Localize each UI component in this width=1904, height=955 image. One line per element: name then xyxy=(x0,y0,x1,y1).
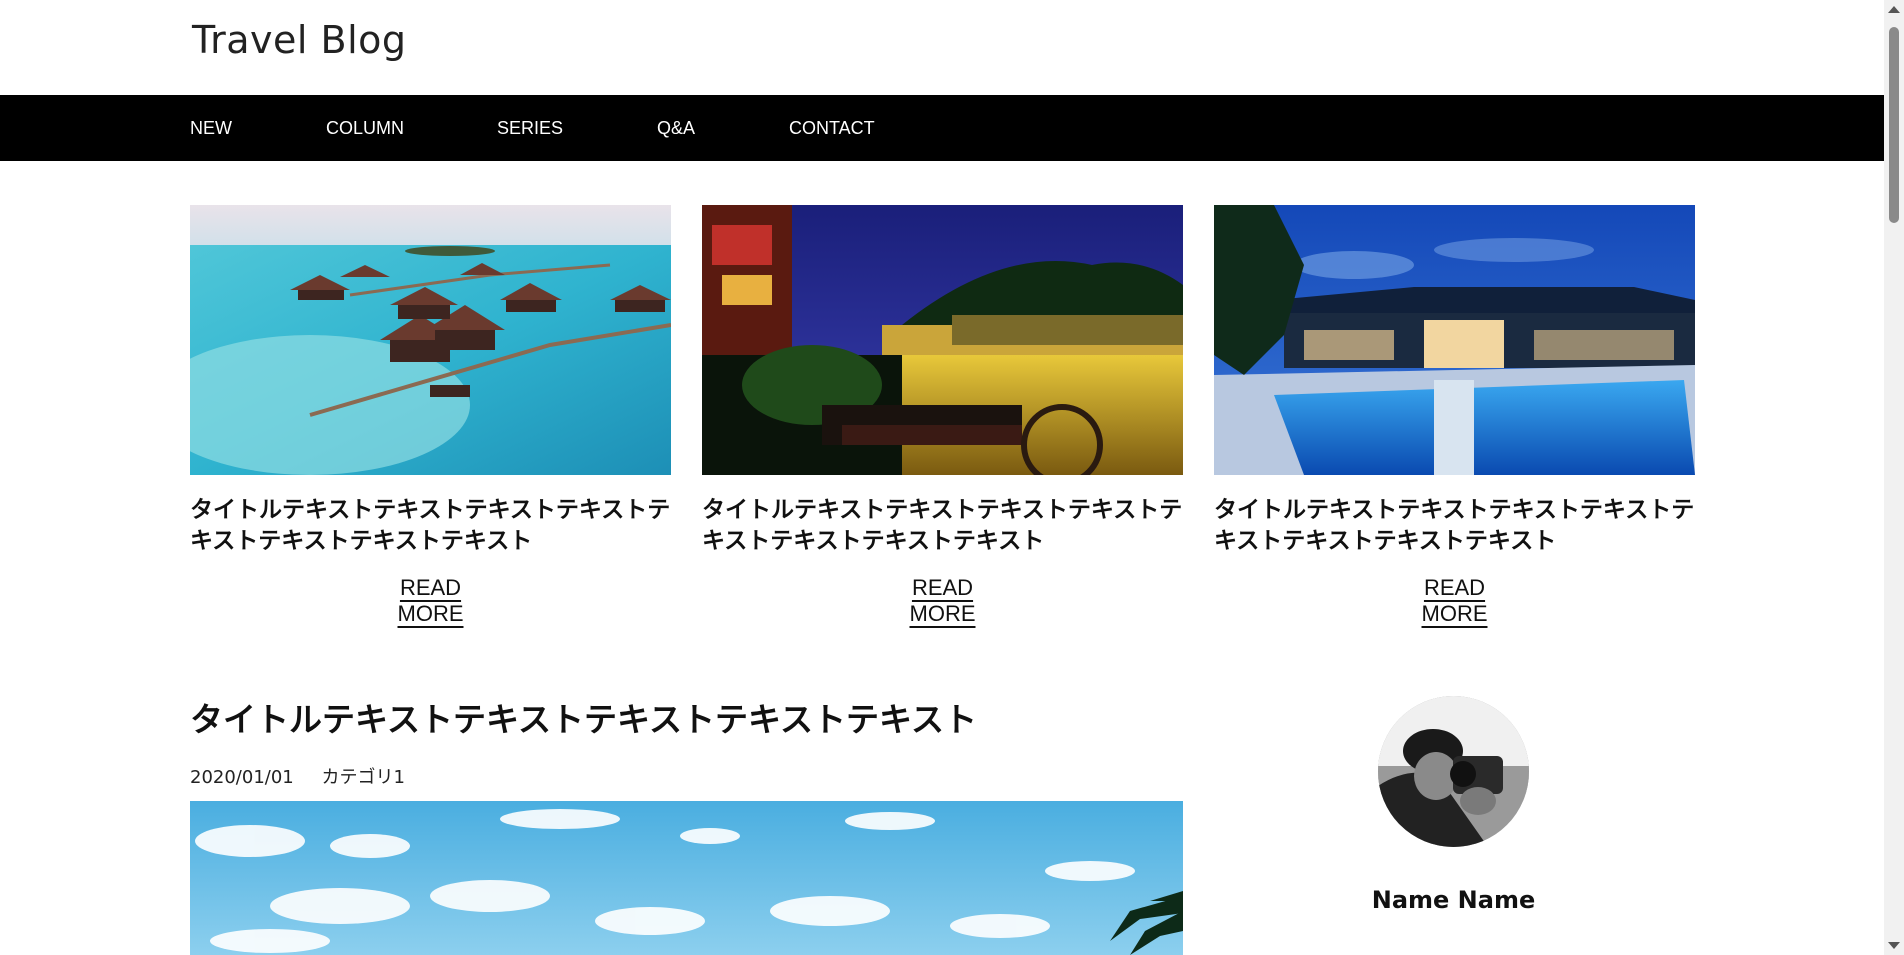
nav-item-new[interactable]: NEW xyxy=(190,95,232,161)
post-image-blue-sky[interactable] xyxy=(190,801,1183,955)
featured-card: タイトルテキストテキストテキストテキストテキストテキストテキストテキスト REA… xyxy=(190,205,671,627)
read-more-link[interactable]: READ MORE xyxy=(878,575,1008,627)
card-image-overwater-bungalows[interactable] xyxy=(190,205,671,475)
read-more-link[interactable]: READ MORE xyxy=(1390,575,1520,627)
post-meta: 2020/01/01 カテゴリ1 xyxy=(190,763,427,789)
main-navbar: NEW COLUMN SERIES Q&A CONTACT xyxy=(0,95,1884,161)
read-more-link[interactable]: READ MORE xyxy=(366,575,496,627)
featured-card: タイトルテキストテキストテキストテキストテキストテキストテキストテキスト REA… xyxy=(1214,205,1695,627)
featured-card: タイトルテキストテキストテキストテキストテキストテキストテキストテキスト REA… xyxy=(702,205,1183,627)
profile-name: Name Name xyxy=(1371,886,1536,914)
card-image-night-river-town[interactable] xyxy=(702,205,1183,475)
nav-item-column[interactable]: COLUMN xyxy=(326,95,404,161)
post-category[interactable]: カテゴリ1 xyxy=(321,767,404,788)
card-title[interactable]: タイトルテキストテキストテキストテキストテキストテキストテキストテキスト xyxy=(190,495,671,557)
card-title[interactable]: タイトルテキストテキストテキストテキストテキストテキストテキストテキスト xyxy=(702,495,1183,557)
scroll-down-icon[interactable] xyxy=(1888,942,1900,949)
card-image-resort-pool[interactable] xyxy=(1214,205,1695,475)
page-scrollbar[interactable] xyxy=(1884,0,1904,955)
post-title[interactable]: タイトルテキストテキストテキストテキストテキスト xyxy=(190,693,977,741)
scrollbar-thumb[interactable] xyxy=(1889,27,1899,223)
site-title[interactable]: Travel Blog xyxy=(192,18,407,62)
nav-item-contact[interactable]: CONTACT xyxy=(789,95,875,161)
nav-item-qa[interactable]: Q&A xyxy=(657,95,695,161)
post-date: 2020/01/01 xyxy=(190,767,294,788)
nav-item-series[interactable]: SERIES xyxy=(497,95,563,161)
page: Travel Blog NEW COLUMN SERIES Q&A CONTAC… xyxy=(0,0,1884,955)
card-title[interactable]: タイトルテキストテキストテキストテキストテキストテキストテキストテキスト xyxy=(1214,495,1695,557)
scroll-up-icon[interactable] xyxy=(1888,6,1900,13)
profile-avatar[interactable] xyxy=(1378,696,1529,847)
